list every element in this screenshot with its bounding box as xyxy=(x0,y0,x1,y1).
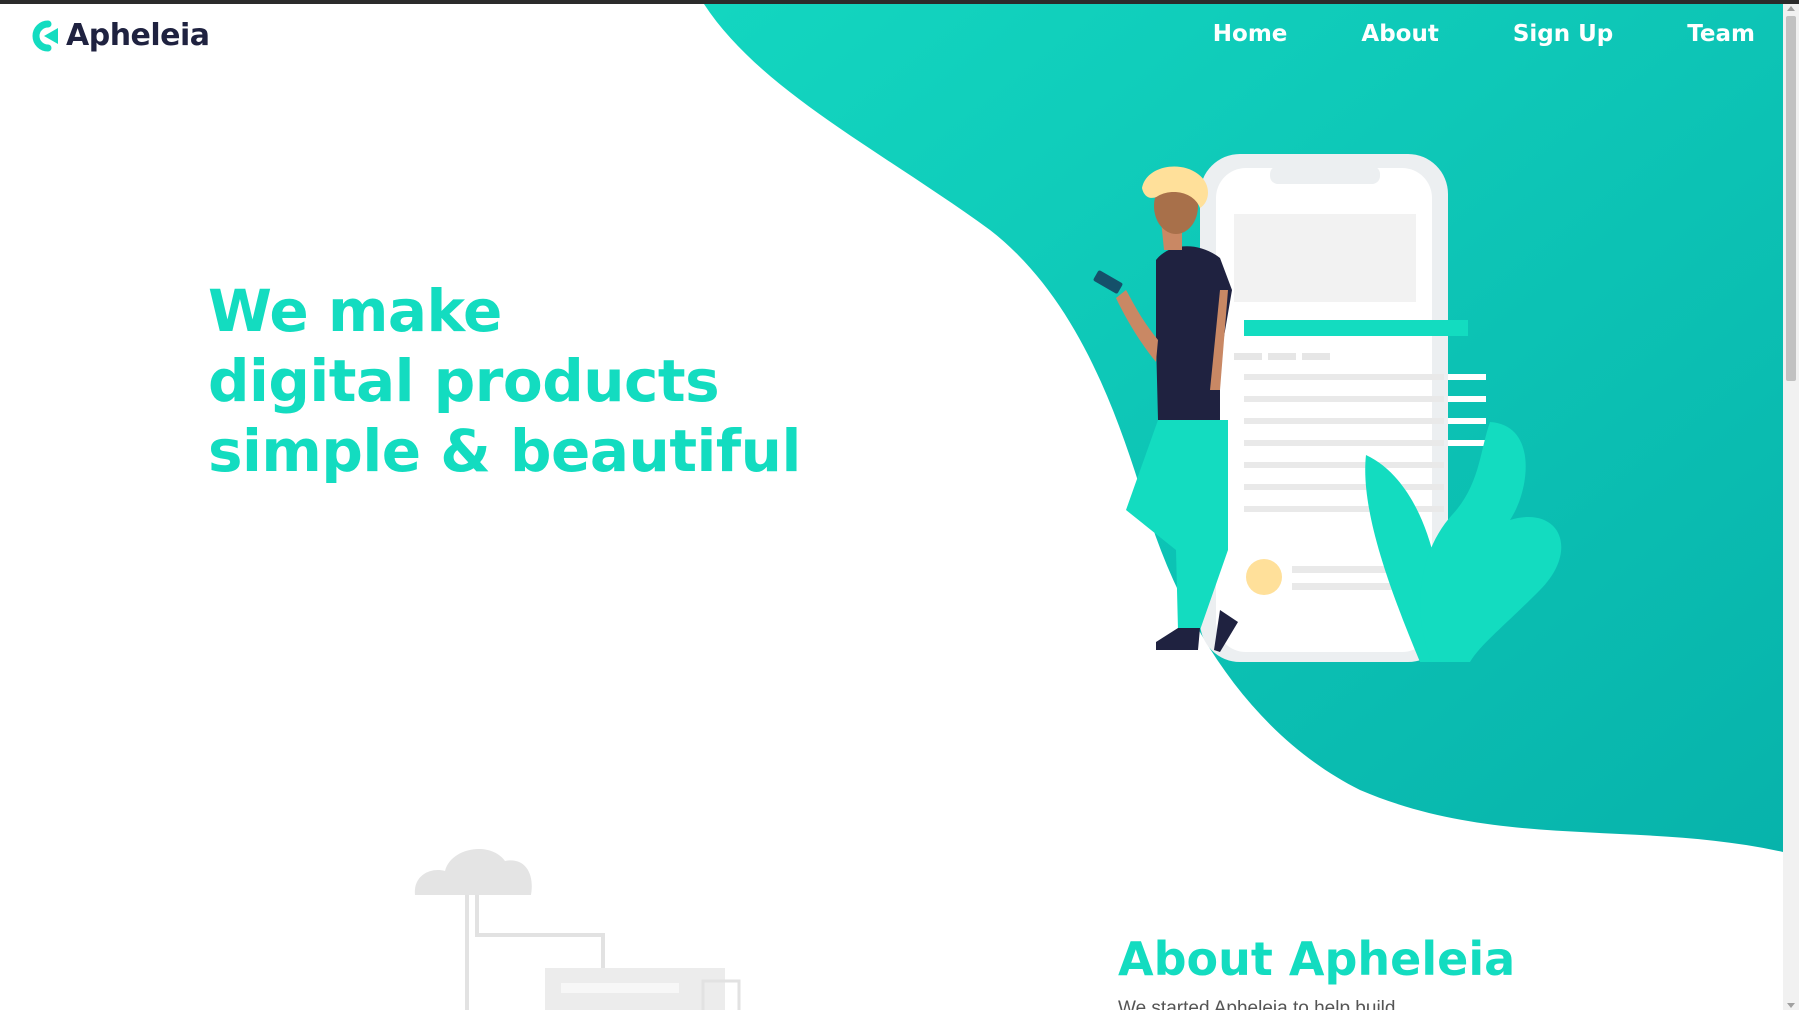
logo[interactable]: Apheleia xyxy=(28,18,210,53)
scroll-up-arrow-icon[interactable] xyxy=(1787,6,1795,11)
nav-about[interactable]: About xyxy=(1287,18,1438,50)
about-section-title: About Apheleia xyxy=(1118,932,1516,986)
scroll-down-arrow-icon[interactable] xyxy=(1787,1003,1795,1008)
headline-line-2: digital products xyxy=(208,347,720,415)
nav-sign-up[interactable]: Sign Up xyxy=(1439,18,1613,50)
window-top-border xyxy=(0,0,1799,4)
nav-home[interactable]: Home xyxy=(1213,18,1288,50)
apheleia-logo-icon xyxy=(32,20,58,51)
brand-name: Apheleia xyxy=(66,18,210,53)
nav-team[interactable]: Team xyxy=(1613,18,1755,50)
about-section-text: We started Apheleia to help build xyxy=(1118,998,1396,1010)
vertical-scrollbar[interactable] xyxy=(1783,4,1799,1010)
cloud-server-illustration xyxy=(414,848,741,1010)
headline-line-3: simple & beautiful xyxy=(208,417,801,485)
headline-line-1: We make xyxy=(208,277,502,345)
person-with-phone-illustration xyxy=(1093,154,1562,662)
scrollbar-thumb[interactable] xyxy=(1786,16,1796,381)
hero-headline: We make digital products simple & beauti… xyxy=(208,276,801,486)
main-nav: Home About Sign Up Team xyxy=(1213,18,1755,50)
